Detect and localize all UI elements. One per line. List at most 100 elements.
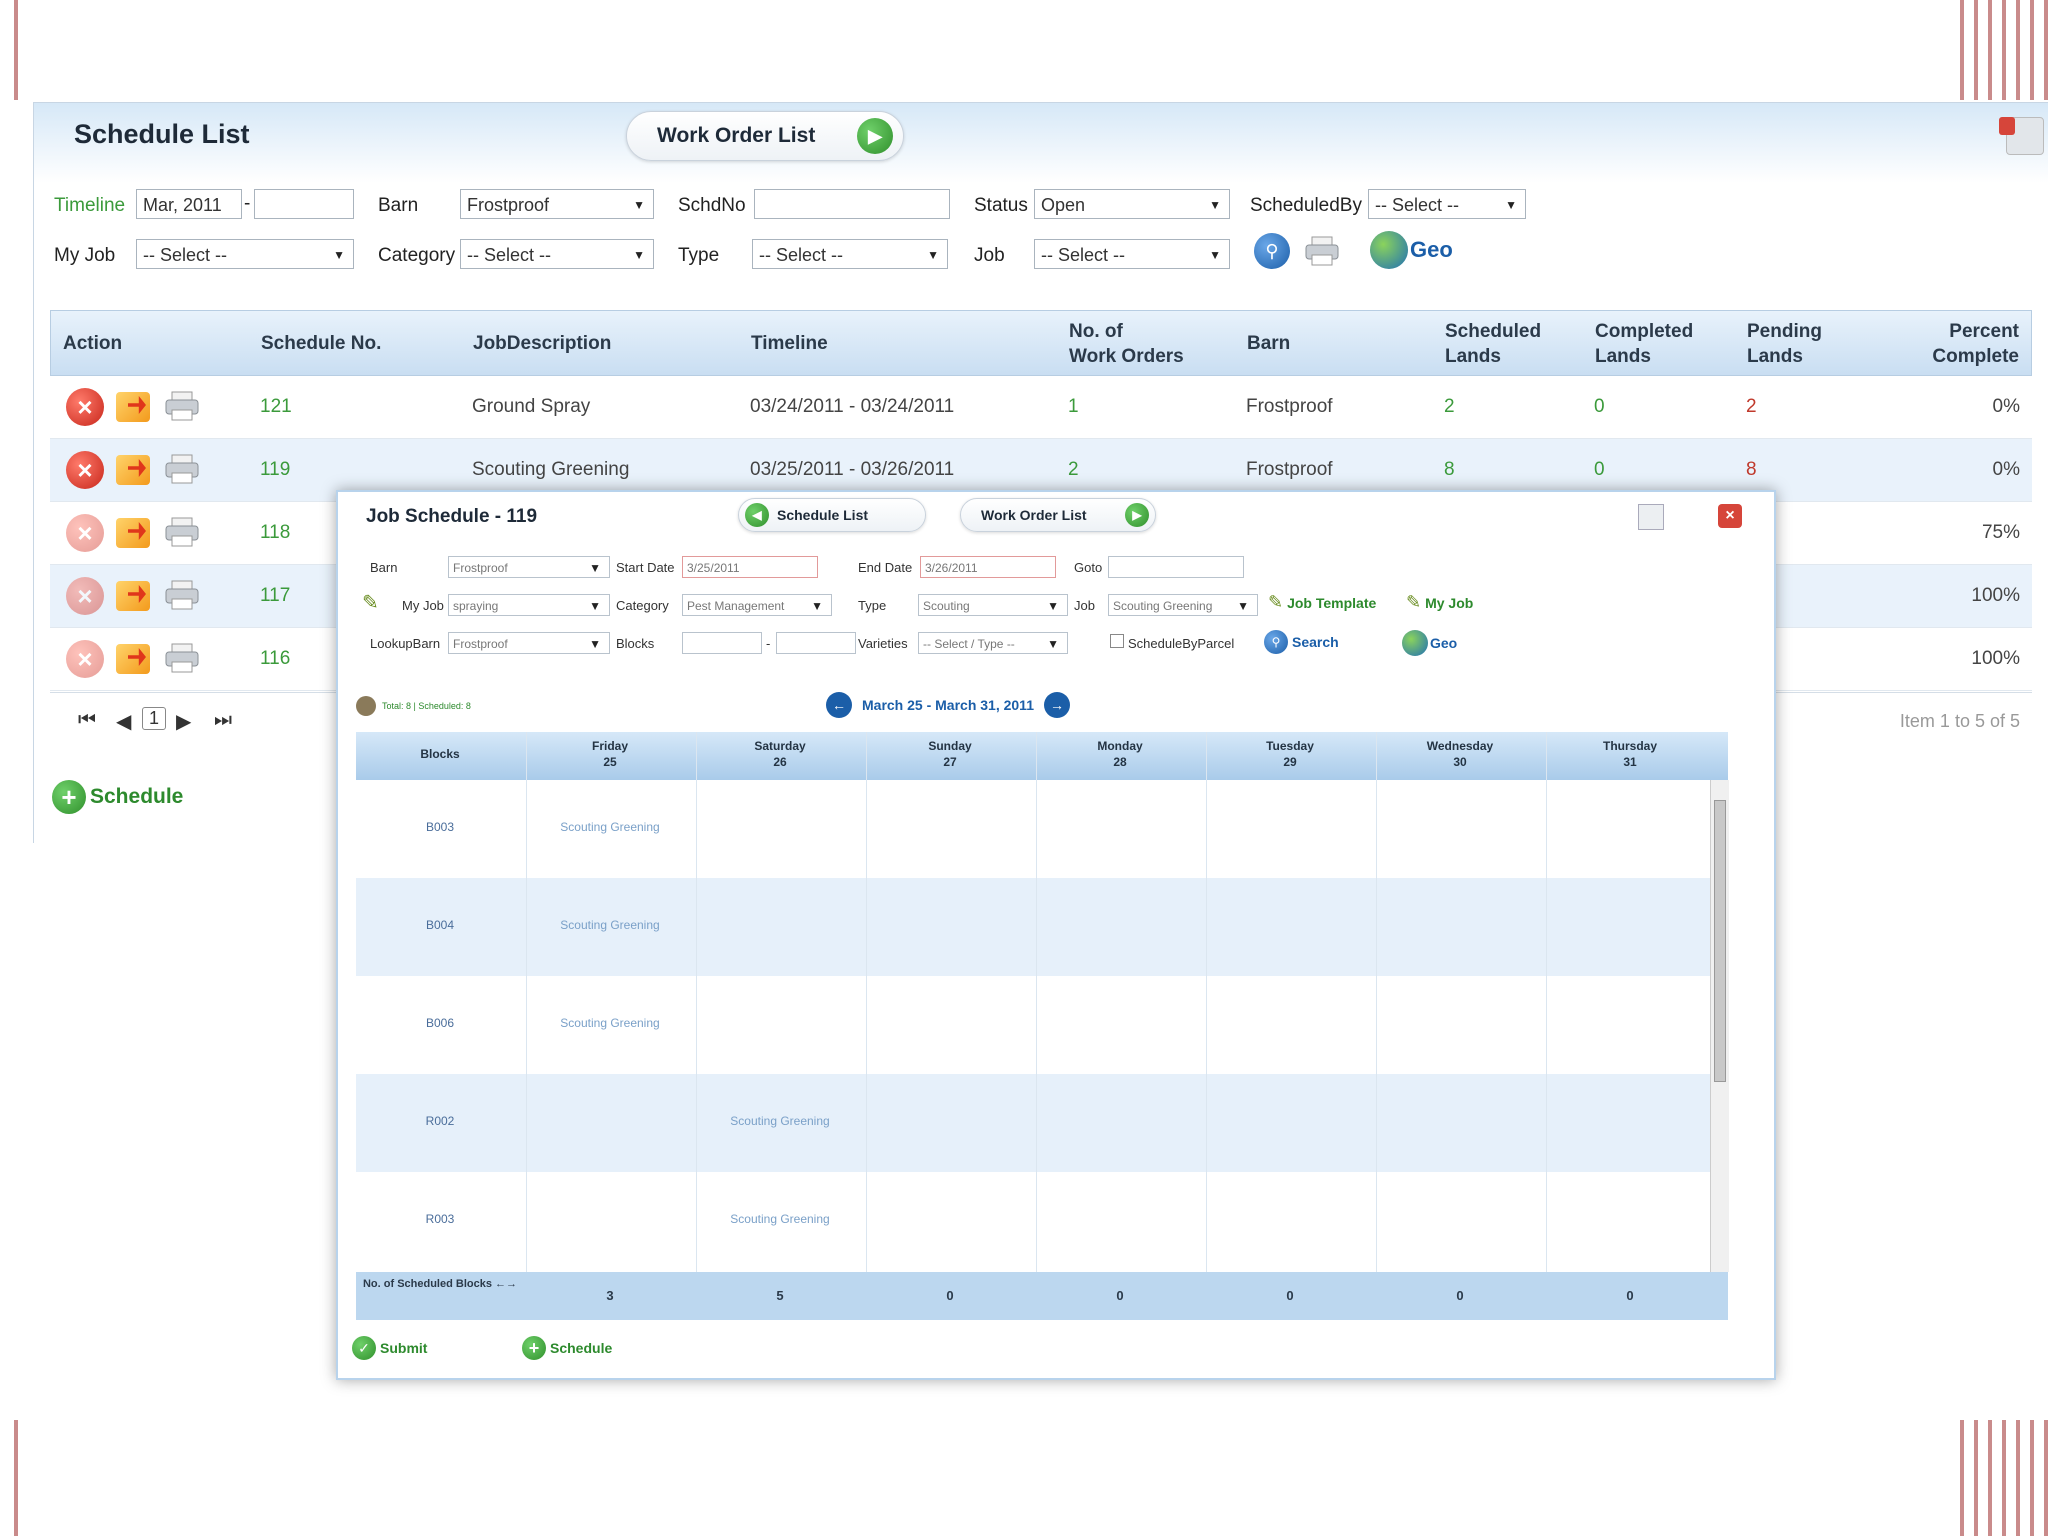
schedule-no-cell[interactable]: 121	[260, 396, 292, 418]
col-timeline[interactable]: Timeline	[751, 331, 828, 356]
scheduledby-select[interactable]: -- Select --	[1368, 189, 1526, 219]
close-icon[interactable]: ×	[1718, 504, 1742, 528]
folder-open-icon[interactable]	[116, 644, 150, 674]
print-icon[interactable]	[164, 390, 200, 422]
job-template-link[interactable]: ✎ Job Template	[1268, 592, 1376, 613]
my-job-select[interactable]: spraying	[448, 594, 610, 616]
geo-link[interactable]: Geo	[1402, 630, 1457, 656]
schedule-cell[interactable]: Scouting Greening	[526, 918, 694, 932]
day-header-thursday[interactable]: Thursday 31	[1546, 738, 1714, 770]
day-header-sunday[interactable]: Sunday 27	[866, 738, 1034, 770]
pending-lands-cell[interactable]: 2	[1746, 396, 1757, 418]
search-icon[interactable]: ⚲	[1254, 233, 1290, 269]
calendar-scrollbar[interactable]	[1710, 780, 1729, 1272]
folder-open-icon[interactable]	[116, 518, 150, 548]
folder-open-icon[interactable]	[116, 455, 150, 485]
work-order-list-button[interactable]: Work Order List ▶	[960, 498, 1156, 532]
col-scheduled-lands[interactable]: Scheduled Lands	[1445, 319, 1541, 369]
schedule-button[interactable]: + Schedule	[522, 1336, 612, 1360]
print-icon[interactable]	[164, 579, 200, 611]
schedule-by-parcel-checkbox[interactable]	[1110, 634, 1124, 648]
next-week-icon[interactable]: →	[1044, 692, 1070, 718]
first-page-icon[interactable]: ⏮	[78, 709, 96, 732]
print-icon[interactable]	[164, 453, 200, 485]
geo-button[interactable]: Geo	[1370, 231, 1453, 269]
work-orders-cell[interactable]: 1	[1068, 396, 1079, 418]
job-select[interactable]: Scouting Greening	[1108, 594, 1258, 616]
barn-select[interactable]: Frostproof	[448, 556, 610, 578]
delete-icon[interactable]: ×	[66, 451, 104, 489]
last-page-icon[interactable]: ⏭	[214, 709, 232, 732]
schedule-cell[interactable]: Scouting Greening	[526, 1016, 694, 1030]
delete-icon[interactable]: ×	[66, 514, 104, 552]
block-id[interactable]: R002	[356, 1114, 524, 1128]
delete-icon[interactable]: ×	[66, 640, 104, 678]
barn-select[interactable]: Frostproof	[460, 189, 654, 219]
submit-button[interactable]: ✓ Submit	[352, 1336, 427, 1360]
completed-lands-cell[interactable]: 0	[1594, 396, 1605, 418]
prev-page-icon[interactable]: ◀	[116, 709, 131, 734]
col-schedule-no[interactable]: Schedule No.	[261, 331, 381, 356]
col-no-work-orders[interactable]: No. of Work Orders	[1069, 319, 1184, 369]
my-job-select[interactable]: -- Select --	[136, 239, 354, 269]
scroll-thumb[interactable]	[1714, 800, 1726, 1082]
block-id[interactable]: B006	[356, 1016, 524, 1030]
type-select[interactable]: Scouting	[918, 594, 1068, 616]
category-select[interactable]: Pest Management	[682, 594, 832, 616]
block-id[interactable]: B004	[356, 918, 524, 932]
blocks-to-input[interactable]	[776, 632, 856, 654]
day-header-saturday[interactable]: Saturday 26	[696, 738, 864, 770]
next-page-icon[interactable]: ▶	[176, 709, 191, 734]
prev-week-icon[interactable]: ←	[826, 692, 852, 718]
print-icon[interactable]	[164, 642, 200, 674]
col-action[interactable]: Action	[63, 331, 122, 356]
end-date-input[interactable]: 3/26/2011	[920, 556, 1056, 578]
table-row[interactable]: × 121 Ground Spray 03/24/2011 - 03/24/20…	[50, 376, 2032, 439]
delete-icon[interactable]: ×	[66, 577, 104, 615]
varieties-select[interactable]: -- Select / Type --	[918, 632, 1068, 654]
schedule-no-cell[interactable]: 117	[260, 585, 290, 607]
day-header-wednesday[interactable]: Wednesday 30	[1376, 738, 1544, 770]
work-order-list-button[interactable]: Work Order List ▶	[626, 111, 904, 161]
day-header-tuesday[interactable]: Tuesday 29	[1206, 738, 1374, 770]
close-small-icon[interactable]	[1999, 117, 2015, 135]
col-percent-complete[interactable]: Percent Complete	[1932, 319, 2019, 369]
folder-open-icon[interactable]	[116, 392, 150, 422]
lookupbarn-select[interactable]: Frostproof	[448, 632, 610, 654]
search-link[interactable]: ⚲ Search	[1264, 630, 1339, 654]
schdno-input[interactable]	[754, 189, 950, 219]
blocks-from-input[interactable]	[682, 632, 762, 654]
current-page[interactable]: 1	[142, 707, 167, 730]
block-id[interactable]: B003	[356, 820, 524, 834]
print-icon[interactable]	[164, 516, 200, 548]
calendar-export-icon[interactable]	[1638, 504, 1664, 530]
folder-open-icon[interactable]	[116, 581, 150, 611]
schedule-no-cell[interactable]: 118	[260, 522, 290, 544]
block-id[interactable]: R003	[356, 1212, 524, 1226]
status-select[interactable]: Open	[1034, 189, 1230, 219]
schedule-cell[interactable]: Scouting Greening	[526, 820, 694, 834]
pending-lands-cell[interactable]: 8	[1746, 459, 1757, 481]
work-orders-cell[interactable]: 2	[1068, 459, 1079, 481]
schedule-no-cell[interactable]: 116	[260, 648, 290, 670]
category-select[interactable]: -- Select --	[460, 239, 654, 269]
scheduled-lands-cell[interactable]: 8	[1444, 459, 1455, 481]
my-job-link[interactable]: ✎ My Job	[1406, 592, 1473, 613]
goto-input[interactable]	[1108, 556, 1244, 578]
schedule-no-cell[interactable]: 119	[260, 459, 290, 481]
schedule-cell[interactable]: Scouting Greening	[696, 1212, 864, 1226]
timeline-from-input[interactable]: Mar, 2011	[136, 189, 242, 219]
day-header-friday[interactable]: Friday 25	[526, 738, 694, 770]
completed-lands-cell[interactable]: 0	[1594, 459, 1605, 481]
schedule-cell[interactable]: Scouting Greening	[696, 1114, 864, 1128]
col-completed-lands[interactable]: Completed Lands	[1595, 319, 1693, 369]
pencil-icon[interactable]: ✎	[362, 590, 379, 615]
start-date-input[interactable]: 3/25/2011	[682, 556, 818, 578]
timeline-to-input[interactable]	[254, 189, 354, 219]
type-select[interactable]: -- Select --	[752, 239, 948, 269]
col-job-description[interactable]: JobDescription	[473, 331, 611, 356]
schedule-button[interactable]: + Schedule	[52, 780, 183, 814]
schedule-list-button[interactable]: ◀ Schedule List	[738, 498, 926, 532]
delete-icon[interactable]: ×	[66, 388, 104, 426]
col-pending-lands[interactable]: Pending Lands	[1747, 319, 1822, 369]
